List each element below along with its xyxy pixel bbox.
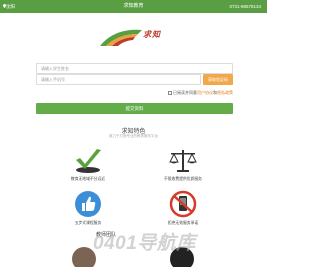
checkmark-icon [76,149,101,173]
feature-label: 教育无地域不分远近 [70,177,106,181]
logo-stripes-icon [100,29,142,46]
page-title: 求知教育 [123,3,144,9]
top-bar: 沈阳 求知教育 0731-88578134 [0,0,267,13]
feature-item: 不限收费提供优质服务 [138,148,228,182]
brand-name: 求知 [143,29,161,39]
get-code-button[interactable]: 获取验证码 [203,74,233,85]
feature-label: 五步式课程服务 [74,221,102,225]
phone-input[interactable]: 请输入手机号 [36,74,201,85]
no-phone-icon [169,190,197,218]
agree-checkbox[interactable] [168,90,172,95]
submit-button[interactable]: 提交资料 [36,103,233,114]
feature-label: 拒绝无效服务承诺 [167,221,199,225]
feature-label: 不限收费提供优质服务 [164,177,202,181]
site-watermark: 0401导航库 [93,233,196,254]
privacy-policy-link[interactable]: 隐私政策 [217,90,233,95]
thumbs-up-icon [75,191,101,217]
phone-number[interactable]: 0731-88578134 [229,2,261,11]
feature-item: 拒绝无效服务承诺 [138,190,228,226]
brand-logo: 求知 [98,26,190,52]
balance-scale-icon [169,150,197,172]
agreement-row: 已阅读并同意用户协议和隐私政策 [0,90,233,96]
student-name-input[interactable]: 请输入学生姓名 [36,63,233,74]
feature-item: 教育无地域不分远近 [43,148,133,182]
feature-item: 五步式课程服务 [43,190,133,226]
features-subtitle: 致力于打造专业的教育服务平台 [109,134,158,138]
user-agreement-link[interactable]: 用户协议 [197,90,213,95]
agree-prefix: 已阅读并同意 [173,90,197,95]
